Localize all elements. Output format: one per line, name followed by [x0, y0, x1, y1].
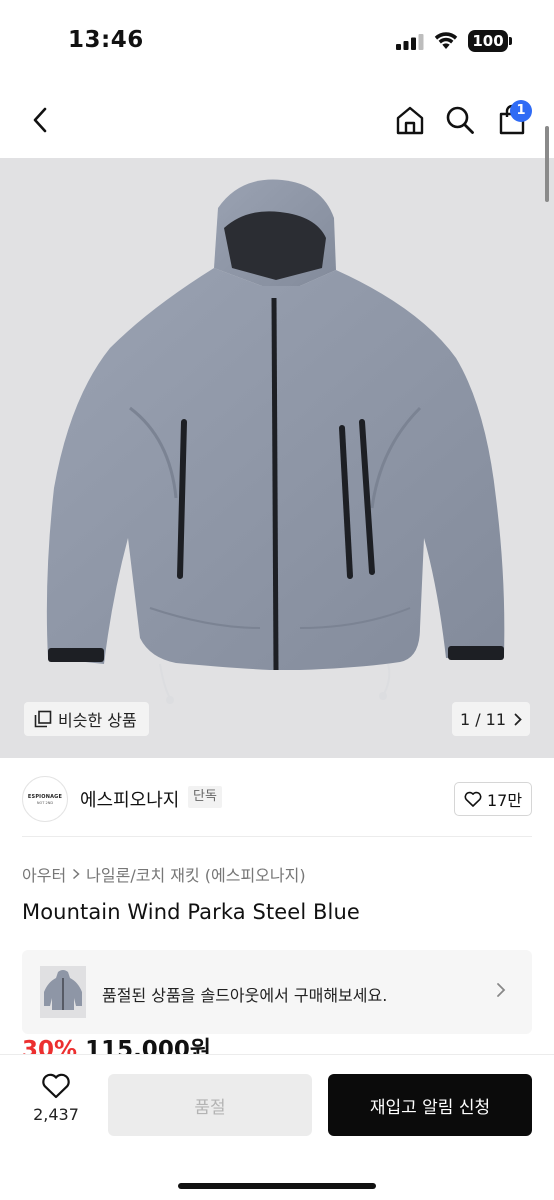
chevron-right-icon	[497, 983, 506, 997]
battery-indicator: 100	[468, 30, 508, 52]
search-button[interactable]	[440, 100, 480, 140]
home-icon	[396, 106, 424, 135]
chevron-right-icon	[514, 713, 522, 725]
chevron-left-icon	[33, 107, 47, 133]
battery-cap	[509, 37, 512, 45]
home-indicator	[178, 1183, 376, 1189]
wishlist-button[interactable]: 2,437	[20, 1073, 92, 1137]
brand-like-button[interactable]: 17만	[454, 782, 532, 816]
brand-logo-subtext: NOT 2ND	[36, 800, 54, 805]
jacket-illustration	[46, 179, 505, 704]
similar-products-label: 비슷한 상품	[58, 711, 137, 730]
wifi-icon	[434, 32, 458, 49]
signal-icon	[396, 34, 424, 50]
divider	[22, 836, 532, 837]
image-pager[interactable]: 1 / 11	[452, 702, 530, 736]
brand-logo[interactable]: ESPIONAGE NOT 2ND	[22, 776, 68, 822]
search-icon	[446, 106, 474, 134]
scroll-indicator[interactable]	[545, 126, 549, 202]
wishlist-count: 2,437	[33, 1105, 79, 1124]
chevron-right-icon	[73, 868, 80, 880]
product-title: Mountain Wind Parka Steel Blue	[22, 900, 360, 924]
restock-alert-button[interactable]: 재입고 알림 신청	[328, 1074, 532, 1136]
bottom-action-bar: 2,437 품절 재입고 알림 신청	[0, 1054, 554, 1200]
back-button[interactable]	[22, 102, 58, 138]
home-button[interactable]	[390, 100, 430, 140]
image-index: 1 / 11	[459, 709, 507, 729]
heart-icon	[464, 791, 482, 807]
brand-logo-text: ESPIONAGE	[27, 793, 63, 800]
heart-icon	[42, 1073, 70, 1099]
banner-thumbnail	[40, 966, 86, 1018]
brand-like-count: 17만	[486, 791, 523, 810]
status-bar: 13:46 100	[0, 0, 554, 84]
soldout-button: 품절	[108, 1074, 312, 1136]
soldout-banner-text: 품절된 상품을 솔드아웃에서 구매해보세요.	[102, 986, 388, 1005]
brand-row: ESPIONAGE NOT 2ND 에스피오나지 단독 17만	[0, 770, 554, 826]
similar-products-button[interactable]: 비슷한 상품	[24, 702, 149, 736]
status-time: 13:46	[68, 27, 144, 53]
similar-items-icon	[34, 710, 52, 728]
breadcrumb-item[interactable]: 아우터	[22, 862, 66, 886]
product-image[interactable]: 비슷한 상품 1 / 11	[0, 158, 554, 758]
brand-name[interactable]: 에스피오나지	[80, 786, 179, 812]
breadcrumb: 아우터 나일론/코치 재킷 (에스피오나지)	[22, 862, 306, 886]
cart-count-badge: 1	[510, 100, 532, 122]
exclusive-badge: 단독	[188, 786, 222, 808]
breadcrumb-item[interactable]: 나일론/코치 재킷 (에스피오나지)	[86, 862, 305, 886]
soldout-banner[interactable]: 품절된 상품을 솔드아웃에서 구매해보세요.	[22, 950, 532, 1034]
top-nav	[0, 84, 554, 158]
